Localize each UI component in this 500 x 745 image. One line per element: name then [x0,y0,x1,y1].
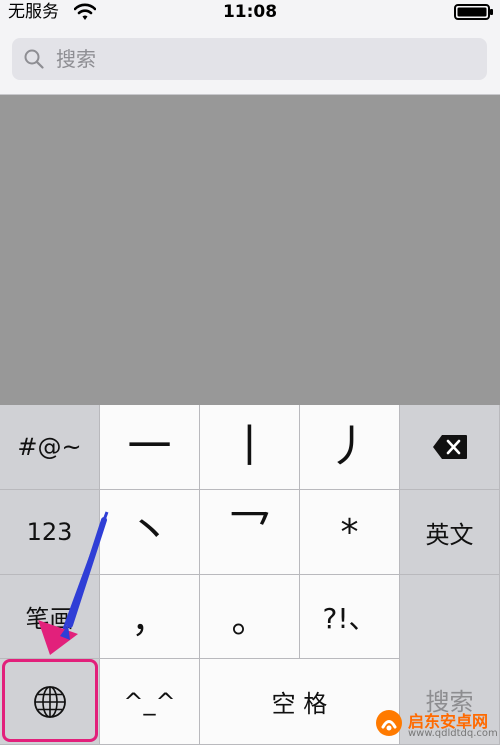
symbols-key[interactable]: #@~ [0,405,100,490]
status-bar: 无服务 11:08 [0,0,500,24]
watermark-logo-icon [376,710,402,736]
wildcard-key[interactable]: * [300,490,400,575]
stroke-horizontal-label: 一 [127,421,172,472]
search-bar: 搜索 [0,24,500,95]
period-key[interactable]: 。 [200,575,300,659]
delete-icon [432,435,467,459]
battery-icon [454,4,493,20]
english-key-label: 英文 [425,520,474,549]
globe-icon [33,685,66,718]
period-label: 。 [231,599,268,641]
search-placeholder: 搜索 [56,47,96,71]
stroke-dot-label: 丶 [127,506,172,557]
punctuation-marks-key[interactable]: ?!、 [300,575,400,659]
watermark: 启东安卓网 www.qdldtdq.com [370,706,500,745]
comma-label: ， [131,599,168,641]
stroke-vertical-key[interactable]: 丨 [200,405,300,490]
stroke-vertical-label: 丨 [227,421,272,472]
english-key[interactable]: 英文 [400,490,500,575]
comma-key[interactable]: ， [100,575,200,659]
numbers-key[interactable]: 123 [0,490,100,575]
symbols-key-label: #@~ [17,433,82,461]
strokes-key[interactable]: 笔画 [0,575,100,659]
stroke-left-falling-key[interactable]: 丿 [300,405,400,490]
search-icon [24,49,44,69]
strokes-key-label: 笔画 [25,605,74,633]
status-time: 11:08 [222,2,278,22]
space-key-label: 空 格 [271,690,328,718]
stroke-turning-label: 乛 [227,506,272,557]
globe-key[interactable] [0,659,100,745]
search-input[interactable]: 搜索 [12,38,487,80]
stroke-horizontal-key[interactable]: 一 [100,405,200,490]
chinese-stroke-keyboard: #@~ 一 丨 丿 123 丶 乛 * 英文 笔画 ， 。 ?!、 搜索 ^_^… [0,405,500,745]
numbers-key-label: 123 [26,518,73,546]
emoticon-label: ^_^ [123,687,176,716]
punctuation-marks-label: ?!、 [322,601,377,635]
dimmed-content-area[interactable] [0,95,500,405]
stroke-left-falling-label: 丿 [327,421,372,472]
stroke-turning-key[interactable]: 乛 [200,490,300,575]
watermark-url: www.qdldtdq.com [408,728,498,739]
stroke-dot-key[interactable]: 丶 [100,490,200,575]
emoticon-key[interactable]: ^_^ [100,659,200,745]
delete-key[interactable] [400,405,500,490]
wildcard-label: * [340,511,359,553]
